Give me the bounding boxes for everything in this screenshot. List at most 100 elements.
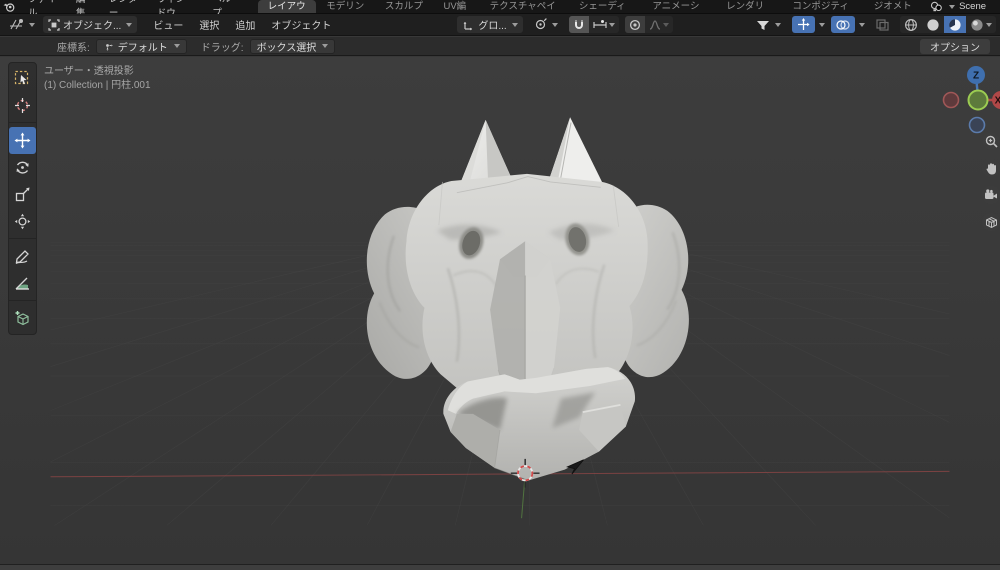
shading-dropdown-chevron[interactable]: [986, 22, 992, 27]
coord-system-dropdown[interactable]: デフォルト: [95, 38, 187, 54]
drag-label: ドラッグ:: [200, 42, 244, 54]
magnet-icon: [574, 19, 583, 29]
tab-shading[interactable]: シェーディング: [569, 0, 643, 26]
tool-select-box[interactable]: [9, 65, 36, 92]
shading-wireframe-button[interactable]: [900, 16, 922, 33]
tool-rotate[interactable]: [9, 154, 36, 181]
pivot-point-icon: [535, 18, 547, 30]
mode-label: オブジェク...: [63, 21, 122, 32]
tab-modeling[interactable]: モデリング: [316, 0, 375, 26]
drag-mode-value: ボックス選択: [256, 42, 317, 54]
snap-toggle-button[interactable]: [568, 16, 589, 33]
coord-system-label: 座標系:: [57, 42, 90, 54]
rendered-sphere-icon: [971, 18, 983, 31]
tool-measure[interactable]: [9, 270, 36, 297]
chevron-down-icon: [173, 44, 180, 48]
transform-snap-group: グロ...: [457, 16, 673, 33]
gizmo-axis-neg-x[interactable]: [942, 91, 960, 109]
menu-add[interactable]: 追加: [227, 17, 263, 32]
drag-mode-dropdown[interactable]: ボックス選択: [249, 38, 336, 54]
options-button[interactable]: オプション: [920, 38, 990, 54]
tool-annotate[interactable]: [9, 243, 36, 270]
tab-texture-paint[interactable]: テクスチャペイント: [480, 0, 569, 26]
scene-icon: [931, 1, 942, 12]
solid-sphere-icon: [927, 18, 939, 31]
gizmo-axis-y[interactable]: [967, 89, 989, 111]
x-axis-line: [50, 470, 950, 478]
viewport-header: オブジェク... ビュー 選択 追加 オブジェクト グロ...: [0, 14, 1000, 36]
chevron-down-icon: [126, 22, 133, 27]
coord-system-value: デフォルト: [117, 42, 168, 54]
blender-window: ファイル 編集 レンダー ウィンドウ ヘルプ レイアウト モデリング スカルプト…: [0, 0, 1000, 570]
tool-move[interactable]: [9, 127, 36, 154]
blender-logo-icon[interactable]: [0, 0, 19, 13]
object-visibility-dropdown[interactable]: [751, 16, 786, 33]
tab-geometry-nodes[interactable]: ジオメトリノ: [864, 0, 930, 26]
show-gizmo-toggle[interactable]: [792, 16, 815, 33]
viewport-menus: ビュー 選択 追加 オブジェクト: [145, 17, 339, 32]
status-bar-edge: [0, 564, 1000, 570]
toggle-xray-button[interactable]: [871, 16, 894, 33]
gizmo-axis-neg-z[interactable]: [968, 116, 986, 134]
tab-layout[interactable]: レイアウト: [257, 0, 317, 26]
xray-icon: [876, 18, 889, 31]
snap-target-dropdown[interactable]: [589, 16, 619, 33]
cursor-transform-icon: [105, 43, 113, 51]
toolbar: [8, 62, 37, 335]
proportional-circle-icon: [629, 19, 640, 30]
proportional-falloff-dropdown[interactable]: [645, 16, 673, 33]
view-projection-label: ユーザー・透視投影: [44, 66, 134, 77]
gizmo-x-label: X: [995, 96, 1000, 107]
editor-type-button[interactable]: [4, 16, 40, 33]
snapping-group: [568, 16, 619, 33]
viewport-canvas: [50, 117, 950, 526]
shading-rendered-button[interactable]: [966, 16, 996, 33]
tab-animation[interactable]: アニメーション: [642, 0, 716, 26]
wireframe-sphere-icon: [905, 18, 917, 31]
tab-rendering[interactable]: レンダリング: [716, 0, 782, 26]
material-preview-sphere-icon: [949, 18, 961, 31]
show-overlays-toggle[interactable]: [831, 16, 855, 33]
tool-scale[interactable]: [9, 181, 36, 208]
pan-view-button[interactable]: [982, 159, 1000, 177]
shading-material-button[interactable]: [944, 16, 966, 33]
tab-uv-edit[interactable]: UV編集: [433, 0, 479, 26]
overlays-icon: [836, 19, 850, 30]
scene-selector[interactable]: Scene: [930, 0, 1000, 13]
tool-cursor[interactable]: [9, 92, 36, 119]
tool-transform[interactable]: [9, 208, 36, 235]
viewport-info-overlay: ユーザー・透視投影 (1) Collection | 円柱.001: [44, 65, 151, 93]
menu-object[interactable]: オブジェクト: [263, 17, 339, 32]
tab-sculpt[interactable]: スカルプト: [375, 0, 434, 26]
overlays-dropdown-chevron[interactable]: [859, 22, 865, 27]
viewport-3d[interactable]: ユーザー・透視投影 (1) Collection | 円柱.001 Z X: [0, 57, 1000, 564]
creature-head-model[interactable]: [366, 117, 689, 481]
chevron-down-icon: [949, 4, 956, 9]
object-mode-icon: [48, 18, 60, 31]
menu-view[interactable]: ビュー: [145, 17, 191, 32]
mode-selector[interactable]: オブジェク...: [43, 16, 138, 33]
pivot-point-dropdown[interactable]: [529, 16, 563, 33]
topbar-menus: ファイル 編集 レンダー ウィンドウ ヘルプ: [19, 0, 244, 19]
gizmo-arrows-icon: [798, 18, 810, 30]
orientation-axes-icon: [463, 21, 473, 30]
transform-orientation-dropdown[interactable]: グロ...: [457, 16, 523, 33]
chevron-down-icon: [322, 44, 329, 48]
display-options-group: [751, 16, 996, 33]
topbar: ファイル 編集 レンダー ウィンドウ ヘルプ レイアウト モデリング スカルプト…: [0, 0, 1000, 26]
camera-view-button[interactable]: [982, 186, 1000, 204]
gizmo-dropdown-chevron[interactable]: [819, 22, 825, 27]
falloff-curve-icon: [649, 19, 660, 30]
viewport-editor-icon: [10, 19, 23, 30]
chevron-down-icon: [608, 22, 615, 27]
viewport-shading-group: [900, 16, 996, 33]
proportional-edit-toggle[interactable]: [624, 16, 645, 33]
menu-select[interactable]: 選択: [191, 17, 227, 32]
tab-compositing[interactable]: コンポジティング: [782, 0, 863, 26]
tool-add-cube[interactable]: [9, 305, 36, 332]
zoom-view-button[interactable]: [982, 132, 1000, 150]
proportional-edit-group: [624, 16, 673, 33]
toggle-ortho-button[interactable]: [982, 213, 1000, 231]
shading-solid-button[interactable]: [922, 16, 944, 33]
gizmo-z-label: Z: [973, 71, 979, 82]
